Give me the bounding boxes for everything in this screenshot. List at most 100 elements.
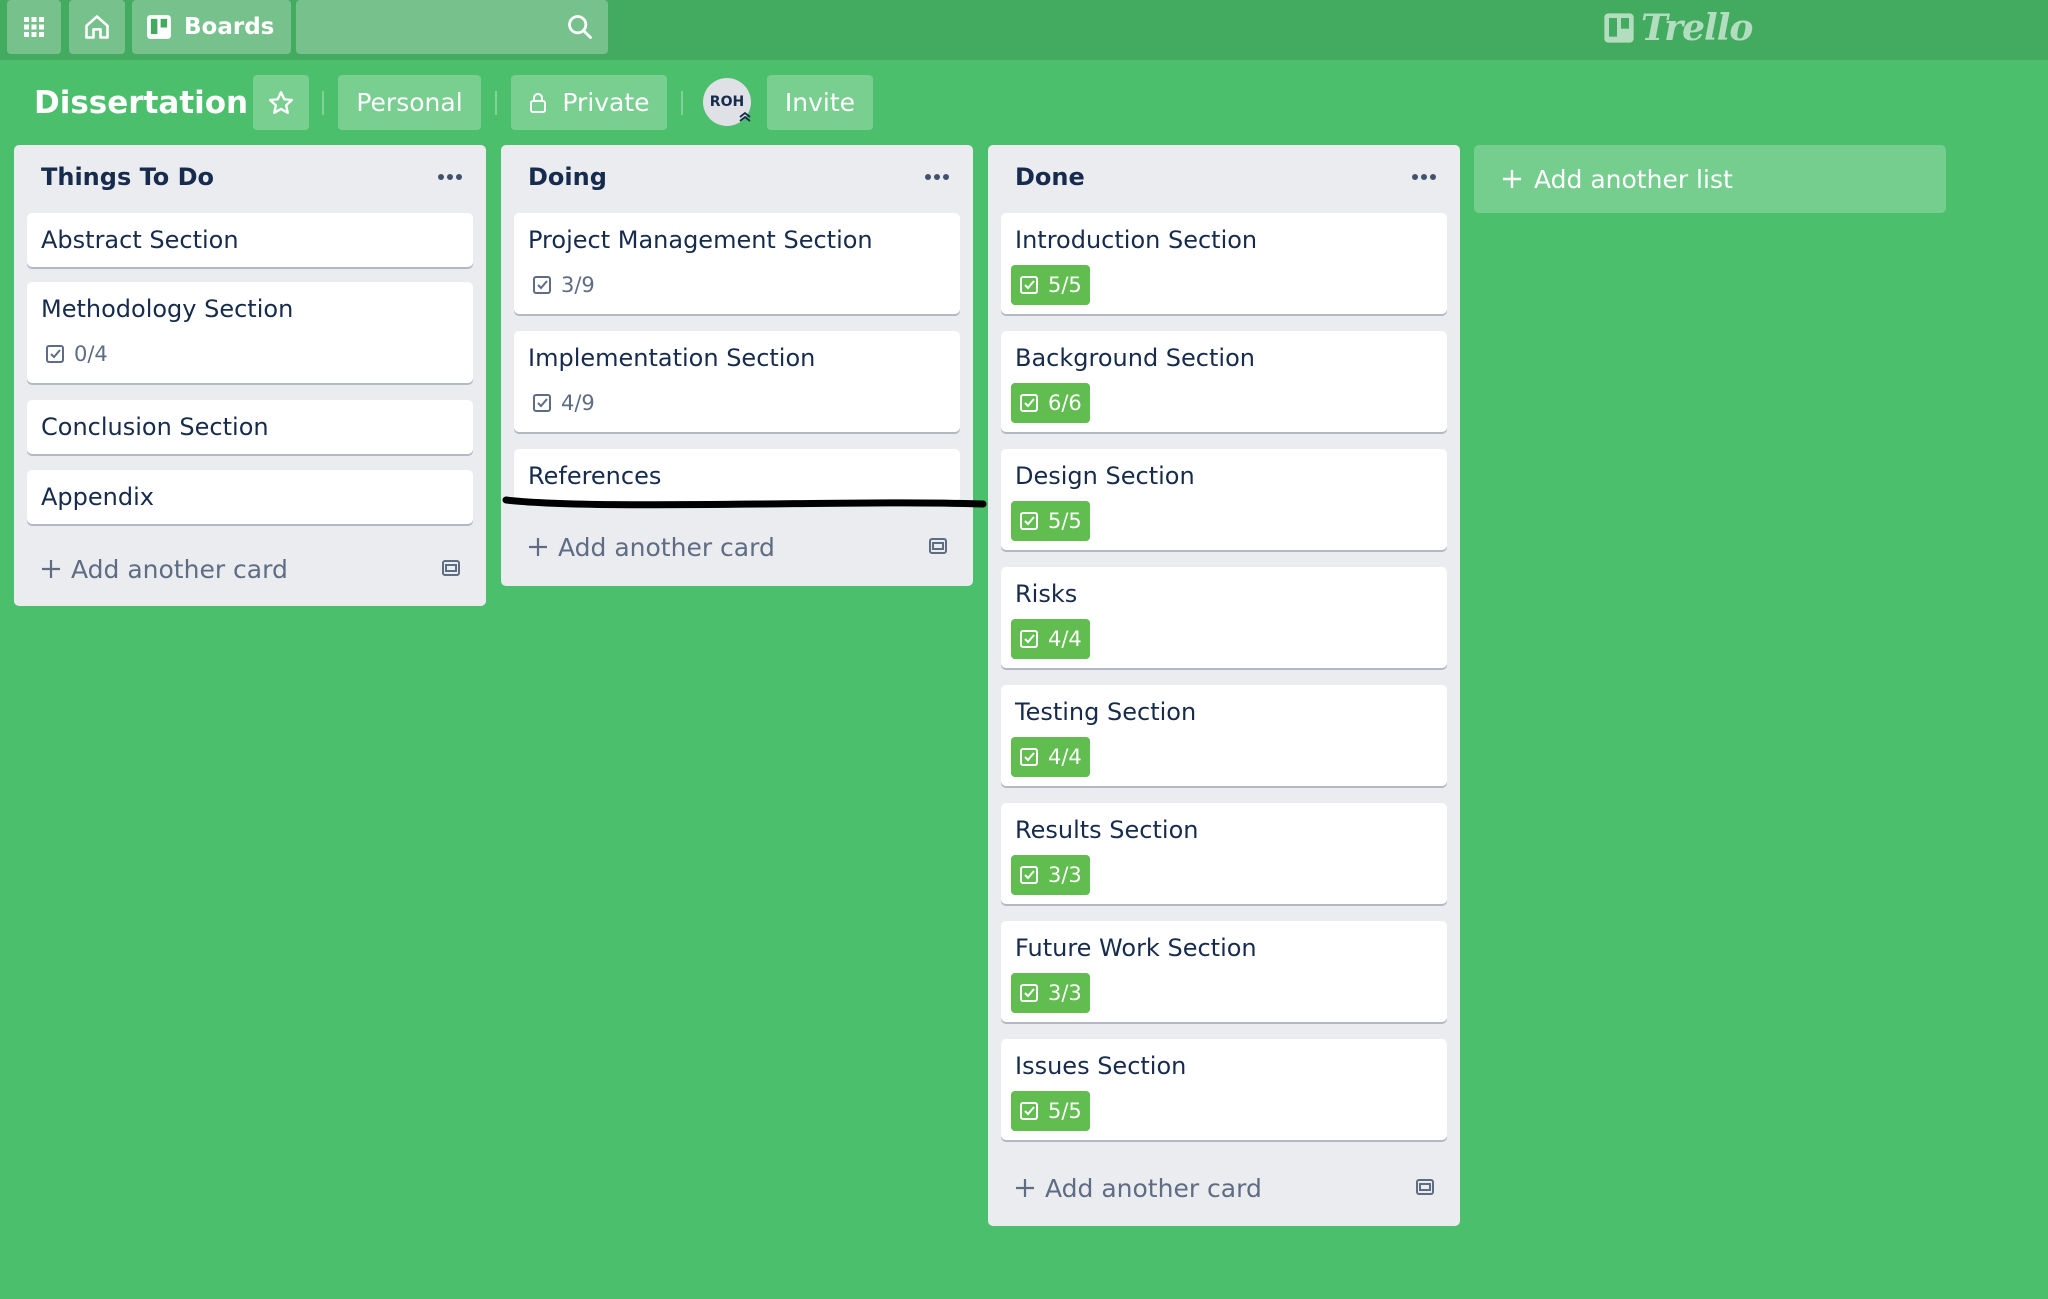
card[interactable]: Risks 4/4 <box>1001 567 1447 668</box>
more-dots-icon <box>925 174 949 180</box>
checklist-icon <box>1020 630 1038 648</box>
board-icon <box>147 15 171 39</box>
card-title: Appendix <box>41 483 154 511</box>
lock-icon <box>530 92 547 113</box>
checklist-icon <box>1020 748 1038 766</box>
card[interactable]: Future Work Section 3/3 <box>1001 921 1447 1022</box>
card-title: Design Section <box>1015 462 1195 490</box>
card-title: Abstract Section <box>41 226 239 254</box>
checklist-count: 3/3 <box>1048 863 1082 887</box>
card-title: Implementation Section <box>528 344 816 372</box>
privacy-button[interactable]: Private <box>511 75 667 130</box>
add-list-label: Add another list <box>1534 164 1733 194</box>
checklist-complete-badge: 4/4 <box>1011 619 1090 659</box>
checklist-icon <box>1020 512 1038 530</box>
card-title: Project Management Section <box>528 226 873 254</box>
add-list-button[interactable]: Add another list <box>1474 145 1946 213</box>
checklist-count: 5/5 <box>1048 1099 1082 1123</box>
header-divider <box>681 91 683 115</box>
header-divider <box>495 91 497 115</box>
card[interactable]: Conclusion Section <box>27 400 473 454</box>
checklist-count: 5/5 <box>1048 509 1082 533</box>
add-card-button[interactable]: Add another card <box>1001 1162 1447 1214</box>
plus-icon <box>1500 167 1524 191</box>
plus-icon <box>1013 1176 1037 1200</box>
list-menu-button[interactable] <box>1402 157 1446 197</box>
plus-icon <box>39 557 63 581</box>
card-template-icon[interactable] <box>439 556 463 586</box>
list-menu-button[interactable] <box>915 157 959 197</box>
admin-chevron-icon <box>737 108 753 128</box>
list-title[interactable]: Done <box>1015 163 1085 191</box>
add-card-button[interactable]: Add another card <box>27 543 473 595</box>
board-title[interactable]: Dissertation <box>34 80 248 126</box>
checklist-badge: 0/4 <box>37 334 116 374</box>
checklist-complete-badge: 4/4 <box>1011 737 1090 777</box>
home-button[interactable] <box>69 0 125 54</box>
invite-button[interactable]: Invite <box>767 75 873 130</box>
list-title[interactable]: Things To Do <box>41 163 214 191</box>
card[interactable]: Introduction Section 5/5 <box>1001 213 1447 314</box>
list-header: Things To Do <box>14 145 486 213</box>
checklist-count: 0/4 <box>74 342 108 366</box>
more-dots-icon <box>1412 174 1436 180</box>
card[interactable]: Abstract Section <box>27 213 473 267</box>
checklist-complete-badge: 5/5 <box>1011 501 1090 541</box>
checklist-badge: 4/9 <box>524 383 603 423</box>
card-template-icon[interactable] <box>926 534 950 564</box>
checklist-icon <box>1020 276 1038 294</box>
member-avatar[interactable]: ROH <box>703 78 751 126</box>
card-title: Risks <box>1015 580 1078 608</box>
apps-button[interactable] <box>7 0 61 54</box>
star-icon <box>268 90 294 114</box>
checklist-count: 4/4 <box>1048 745 1082 769</box>
card[interactable]: Background Section 6/6 <box>1001 331 1447 432</box>
checklist-complete-badge: 3/3 <box>1011 973 1090 1013</box>
card[interactable]: Testing Section 4/4 <box>1001 685 1447 786</box>
card-title: Issues Section <box>1015 1052 1187 1080</box>
list-done: Done Introduction Section 5/5 Background… <box>988 145 1460 1226</box>
checklist-icon <box>1020 1102 1038 1120</box>
star-board-button[interactable] <box>253 75 309 130</box>
card-title: Conclusion Section <box>41 413 269 441</box>
header-divider <box>322 91 324 115</box>
boards-button[interactable]: Boards <box>132 0 291 54</box>
checklist-count: 4/9 <box>561 391 595 415</box>
list-header: Doing <box>501 145 973 213</box>
top-nav-bar: Boards Trello <box>0 0 2048 60</box>
search-icon[interactable] <box>566 13 594 45</box>
card-title: Background Section <box>1015 344 1255 372</box>
trello-logo-icon <box>1604 13 1634 43</box>
checklist-complete-badge: 5/5 <box>1011 1091 1090 1131</box>
search-input[interactable] <box>296 0 608 54</box>
checklist-count: 3/3 <box>1048 981 1082 1005</box>
privacy-label: Private <box>562 88 650 117</box>
add-card-label: Add another card <box>1045 1173 1262 1203</box>
checklist-count: 6/6 <box>1048 391 1082 415</box>
list-things-to-do: Things To Do Abstract Section Methodolog… <box>14 145 486 606</box>
card-title: Results Section <box>1015 816 1199 844</box>
checklist-icon <box>1020 984 1038 1002</box>
invite-label: Invite <box>784 88 856 117</box>
checklist-count: 3/9 <box>561 273 595 297</box>
card[interactable]: Design Section 5/5 <box>1001 449 1447 550</box>
checklist-complete-badge: 6/6 <box>1011 383 1090 423</box>
card[interactable]: Issues Section 5/5 <box>1001 1039 1447 1140</box>
card-title: Methodology Section <box>41 295 294 323</box>
team-visibility-button[interactable]: Personal <box>338 75 481 130</box>
checklist-count: 5/5 <box>1048 273 1082 297</box>
card-template-icon[interactable] <box>1413 1175 1437 1205</box>
card[interactable]: Results Section 3/3 <box>1001 803 1447 904</box>
list-menu-button[interactable] <box>428 157 472 197</box>
add-card-button[interactable]: Add another card <box>514 521 960 573</box>
plus-icon <box>526 535 550 559</box>
card[interactable]: Appendix <box>27 470 473 524</box>
card[interactable]: Implementation Section 4/9 <box>514 331 960 432</box>
trello-logo[interactable]: Trello <box>1603 6 1753 50</box>
checklist-icon <box>46 345 64 363</box>
card-title: Testing Section <box>1015 698 1197 726</box>
list-title[interactable]: Doing <box>528 163 607 191</box>
card[interactable]: Project Management Section 3/9 <box>514 213 960 314</box>
add-card-label: Add another card <box>558 532 775 562</box>
card[interactable]: Methodology Section 0/4 <box>27 282 473 383</box>
